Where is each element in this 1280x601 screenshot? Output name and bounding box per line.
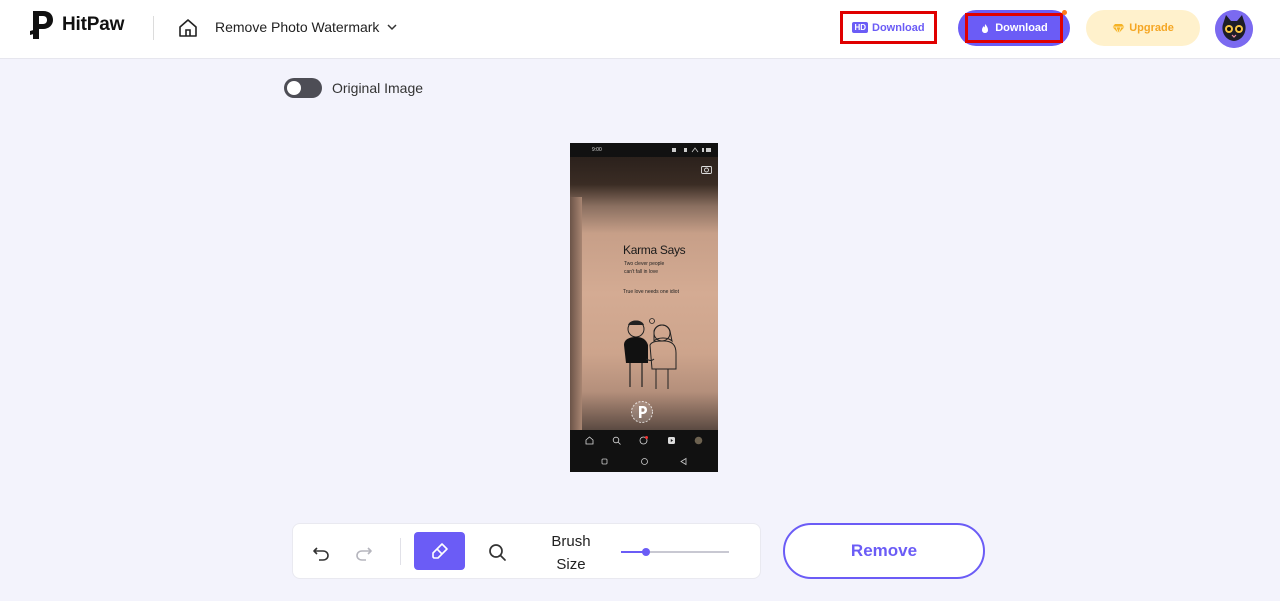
brand-logo[interactable]: HitPaw xyxy=(28,9,124,41)
zoom-icon[interactable] xyxy=(486,541,508,563)
edit-toolbar: Brush Size xyxy=(292,523,761,579)
tool-selector-label: Remove Photo Watermark xyxy=(215,19,380,35)
diamond-icon xyxy=(982,23,989,33)
profile-icon xyxy=(694,436,703,445)
original-image-label: Original Image xyxy=(332,80,424,96)
chevron-down-icon xyxy=(387,24,397,31)
book-title: Karma Says xyxy=(623,243,686,257)
upgrade-button[interactable]: Upgrade xyxy=(1086,10,1200,46)
phone-status-time: 9:00 xyxy=(592,147,602,153)
brush-size-label: Brush Size xyxy=(539,530,603,576)
brand-name: HitPaw xyxy=(62,14,125,35)
avatar-cat-icon xyxy=(1215,10,1253,48)
image-preview[interactable]: 9:00 Karma Says Two clever people can't … xyxy=(570,143,718,472)
toggle-knob xyxy=(287,81,301,95)
watermark-logo-icon xyxy=(631,401,653,423)
hitpaw-logo-icon xyxy=(30,11,53,39)
reels-icon xyxy=(667,437,675,444)
signal-icon xyxy=(672,147,711,153)
back-icon xyxy=(680,457,687,466)
book-line-1: Two clever people xyxy=(624,261,665,267)
app-header: HitPaw Remove Photo Watermark HD Downloa… xyxy=(0,0,1280,59)
home-icon[interactable] xyxy=(177,17,199,39)
original-image-toggle-row: Original Image xyxy=(284,78,423,98)
phone-nav-bar xyxy=(570,430,718,472)
camera-icon xyxy=(701,166,712,174)
toolbar-divider xyxy=(400,538,401,565)
undo-icon[interactable] xyxy=(310,541,332,563)
book-line-2: can't fall in love xyxy=(624,269,659,275)
recents-icon xyxy=(601,458,608,465)
download-button-inner: Download xyxy=(965,13,1063,43)
download-button[interactable]: Download xyxy=(958,10,1070,46)
tool-selector[interactable]: Remove Photo Watermark xyxy=(215,19,397,35)
notification-dot xyxy=(1062,10,1067,15)
eraser-icon xyxy=(431,543,448,559)
home-circle-icon xyxy=(640,458,648,465)
brush-label-line-1: Brush xyxy=(551,533,591,550)
phone-status-bar: 9:00 xyxy=(570,143,718,157)
system-nav-icons xyxy=(600,457,688,466)
couple-illustration xyxy=(624,318,677,389)
hd-download-label: Download xyxy=(872,21,925,34)
brush-label-line-2: Size xyxy=(556,556,586,573)
brush-size-slider[interactable] xyxy=(621,546,729,558)
hd-download-button[interactable]: HD Download xyxy=(840,11,937,44)
slider-thumb[interactable] xyxy=(641,548,650,556)
remove-button[interactable]: Remove xyxy=(783,523,985,579)
redo-icon[interactable] xyxy=(353,541,375,563)
book-page-shade xyxy=(570,197,582,430)
home-icon xyxy=(585,436,594,445)
header-divider xyxy=(153,16,154,40)
user-avatar[interactable] xyxy=(1215,10,1253,48)
hd-badge: HD xyxy=(852,22,868,33)
book-photo: Karma Says Two clever people can't fall … xyxy=(570,157,718,430)
app-nav-icons xyxy=(570,436,718,445)
gem-icon xyxy=(1112,23,1125,34)
download-label: Download xyxy=(995,22,1048,34)
original-image-toggle[interactable] xyxy=(284,78,322,98)
messages-icon xyxy=(640,436,649,445)
upgrade-label: Upgrade xyxy=(1129,22,1174,34)
book-line-3: True love needs one idiot xyxy=(623,289,679,295)
search-icon xyxy=(613,436,622,445)
eraser-tool-button[interactable] xyxy=(414,532,465,570)
